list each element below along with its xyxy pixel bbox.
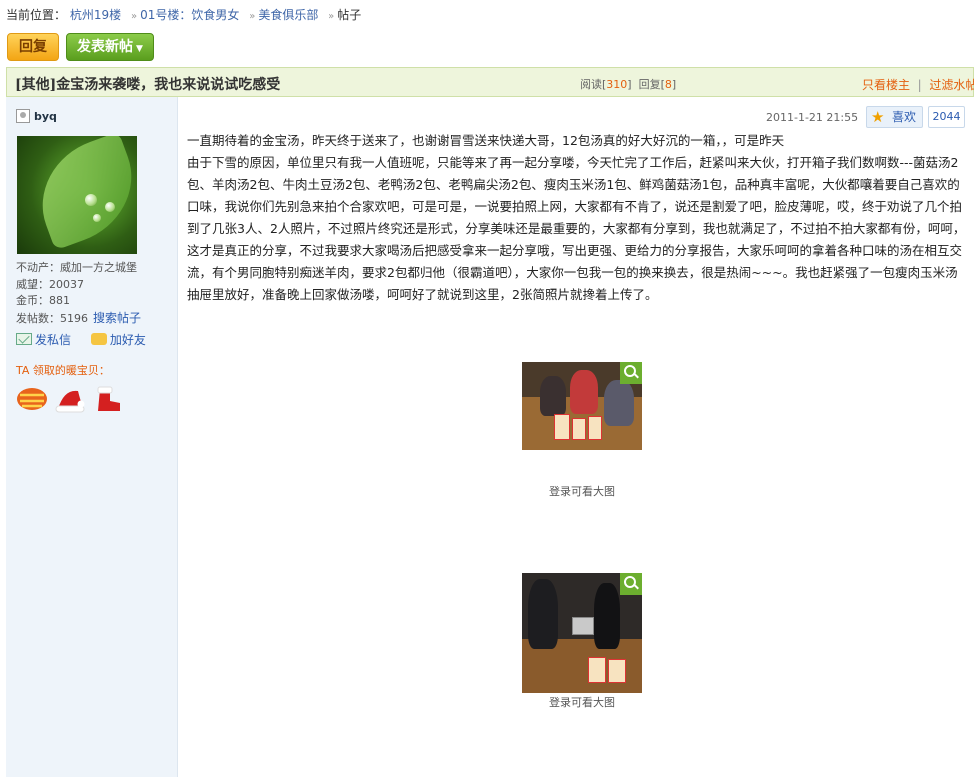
photo-person xyxy=(540,376,566,416)
prestige-label: 威望： xyxy=(16,277,49,291)
author-info: 不动产：威加一方之城堡 威望：20037 金币：881 发帖数：5196 搜索帖子 xyxy=(16,260,141,327)
breadcrumb: 当前位置： 杭州19楼 » 01号楼：饮食男女 » 美食俱乐部 » 帖子 xyxy=(6,6,361,24)
star-icon: ★ xyxy=(871,108,885,126)
avatar-droplet xyxy=(105,202,115,212)
zoom-icon[interactable] xyxy=(620,573,642,595)
gifts-heading: TA 领取的暖宝贝： xyxy=(16,364,110,377)
photo-person xyxy=(604,380,634,426)
estate-label: 不动产： xyxy=(16,261,60,274)
author-name[interactable]: byq xyxy=(16,109,57,123)
read-label: 阅读 xyxy=(580,78,602,91)
photo-person xyxy=(570,370,598,414)
photo-person xyxy=(528,579,558,649)
avatar-leaf-shape xyxy=(24,136,137,251)
avatar[interactable] xyxy=(17,136,137,254)
mail-icon xyxy=(16,333,32,345)
thread-stats: 阅读[310] 回复[8] xyxy=(580,78,677,91)
prestige-row: 威望：20037 xyxy=(16,277,141,294)
post-image-2[interactable] xyxy=(522,573,642,693)
estate-value: 威加一方之城堡 xyxy=(60,261,137,274)
post-body: 一直期待着的金宝汤，昨天终于送来了，也谢谢冒雪送来快递大哥，12包汤真的好大好沉… xyxy=(187,133,966,302)
thread-filters: 只看楼主 | 过滤水帖 xyxy=(862,76,974,93)
new-post-label: 发表新帖 xyxy=(77,39,134,55)
like-count: 2044 xyxy=(928,106,965,128)
breadcrumb-link-building01[interactable]: 01号楼：饮食男女 xyxy=(140,8,239,22)
zoom-icon[interactable] xyxy=(620,362,642,384)
add-friend-button[interactable]: 加好友 xyxy=(90,331,146,348)
breadcrumb-separator-icon: » xyxy=(130,11,138,22)
breadcrumb-current: 帖子 xyxy=(337,8,362,22)
like-label: 喜欢 xyxy=(892,110,917,124)
posts-row: 发帖数：5196 搜索帖子 xyxy=(16,310,141,328)
photo-soup-box xyxy=(608,659,626,683)
breadcrumb-separator-icon: » xyxy=(328,11,335,22)
scarf-gift-icon[interactable] xyxy=(16,385,48,413)
posts-value: 5196 xyxy=(60,311,88,325)
add-friend-label: 加好友 xyxy=(109,333,146,347)
photo-soup-box xyxy=(588,416,602,440)
only-op-link[interactable]: 只看楼主 xyxy=(862,78,910,92)
prestige-value: 20037 xyxy=(49,277,84,291)
post-date: 2011-1-21 21:55 xyxy=(766,111,859,124)
post-image-1[interactable] xyxy=(522,362,642,450)
reply-label: 回复 xyxy=(638,78,661,91)
photo-soup-box xyxy=(572,418,586,440)
coins-label: 金币： xyxy=(16,294,49,307)
photo-person xyxy=(594,583,620,649)
reply-count: 8 xyxy=(664,78,672,91)
thread-title-bar: [其他]金宝汤来袭喽，我也来说说试吃感受 阅读[310] 回复[8] 只看楼主 … xyxy=(6,67,974,97)
breadcrumb-link-hangzhou19[interactable]: 杭州19楼 xyxy=(70,8,121,22)
filter-separator: | xyxy=(917,78,922,92)
breadcrumb-link-food-club[interactable]: 美食俱乐部 xyxy=(258,8,318,22)
coins-value: 881 xyxy=(49,294,70,307)
posts-label: 发帖数： xyxy=(16,311,60,325)
filter-water-posts-link[interactable]: 过滤水帖 xyxy=(929,78,974,92)
chevron-down-icon: ▼ xyxy=(136,44,143,54)
like-button[interactable]: ★ 喜欢 xyxy=(866,106,923,128)
reply-button[interactable]: 回复 xyxy=(7,33,59,61)
boot-gift-icon[interactable] xyxy=(92,385,124,413)
santa-hat-gift-icon[interactable] xyxy=(54,385,86,413)
photo-speaker xyxy=(572,617,594,635)
photo-soup-box xyxy=(554,414,570,440)
send-pm-button[interactable]: 发私信 xyxy=(16,331,71,348)
search-posts-link[interactable]: 搜索帖子 xyxy=(93,311,141,325)
new-post-button[interactable]: 发表新帖 ▼ xyxy=(66,33,154,61)
image-caption-2[interactable]: 登录可看大图 xyxy=(522,694,642,710)
send-pm-label: 发私信 xyxy=(35,333,72,347)
breadcrumb-separator-icon: » xyxy=(249,11,256,22)
photo-soup-box xyxy=(588,657,606,683)
post-content: 一直期待着的金宝汤，昨天终于送来了，也谢谢冒雪送来快递大哥，12包汤真的好大好沉… xyxy=(187,130,967,306)
avatar-droplet xyxy=(93,214,101,222)
avatar-droplet xyxy=(85,194,97,206)
image-caption-1[interactable]: 登录可看大图 xyxy=(522,483,642,499)
coins-row: 金币：881 xyxy=(16,293,141,310)
author-actions: 发私信 加好友 xyxy=(16,331,162,348)
author-name-text: byq xyxy=(34,110,57,123)
thread-title: [其他]金宝汤来袭喽，我也来说说试吃感受 xyxy=(15,77,281,93)
estate-row: 不动产：威加一方之城堡 xyxy=(16,260,141,277)
add-friend-icon xyxy=(90,333,107,345)
author-sidebar: byq 不动产：威加一方之城堡 威望：20037 金币：881 发帖数：5196… xyxy=(6,97,178,777)
read-count: 310 xyxy=(606,78,628,91)
user-icon xyxy=(16,109,30,123)
breadcrumb-prefix: 当前位置： xyxy=(6,8,67,22)
